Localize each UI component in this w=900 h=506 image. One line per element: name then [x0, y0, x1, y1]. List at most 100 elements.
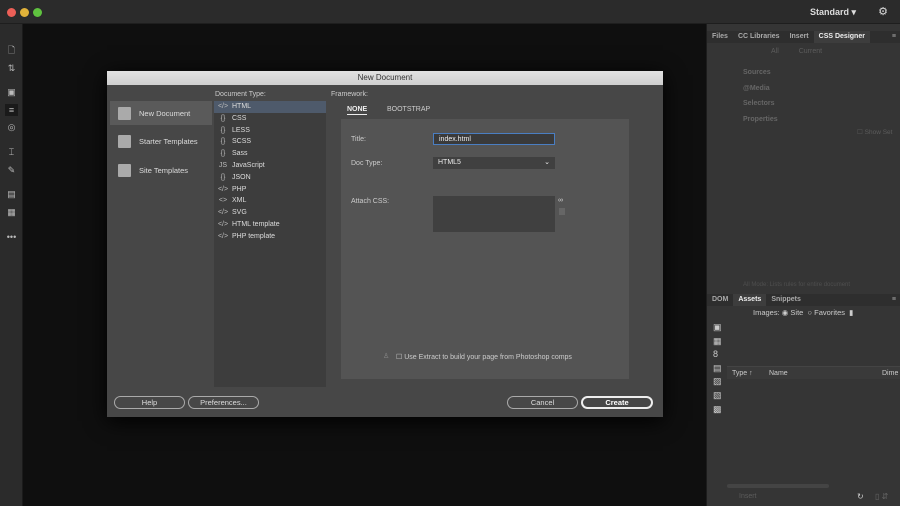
category-starter-templates[interactable]: Starter Templates [110, 129, 212, 153]
column-dimensions[interactable]: Dime [882, 367, 898, 380]
trash-icon[interactable]: ▮ [849, 308, 853, 317]
current-toggle[interactable]: Current [799, 48, 822, 55]
insert-button[interactable]: Insert [739, 493, 757, 500]
category-label: Starter Templates [139, 136, 198, 146]
doc-type-css[interactable]: {} CSS [214, 113, 326, 125]
extract-checkbox[interactable]: ☐ Use Extract to build your page from Ph… [396, 353, 572, 361]
column-name[interactable]: Name [769, 367, 788, 380]
column-type[interactable]: Type ↑ [732, 367, 753, 380]
doc-type-svg[interactable]: </> SVG [214, 207, 326, 219]
all-toggle[interactable]: All [771, 48, 779, 55]
link-icon[interactable]: ∞ [558, 197, 563, 204]
panel-menu-icon[interactable]: ≡ [887, 294, 900, 306]
category-label: Site Templates [139, 165, 189, 175]
help-button[interactable]: Help [114, 396, 185, 409]
zoom-window-button[interactable] [33, 8, 42, 17]
show-set-checkbox[interactable]: ☐ Show Set [857, 128, 892, 136]
tab-dom[interactable]: DOM [707, 294, 733, 306]
doc-type-less[interactable]: {} LESS [214, 125, 326, 137]
chevron-down-icon: ⌄ [544, 159, 550, 166]
templates-icon [118, 134, 131, 148]
workspace-switcher[interactable]: Standard ▾ [810, 7, 856, 18]
scripts-icon[interactable]: ▨ [713, 375, 725, 389]
urls-icon[interactable]: 8 [713, 348, 725, 362]
doc-type-php-template[interactable]: </> PHP template [214, 231, 326, 243]
gear-icon[interactable]: ⚙ [878, 5, 888, 18]
inspect-icon[interactable]: ◎ [5, 121, 18, 133]
dialog-title: New Document [107, 71, 663, 85]
file-type-icon: {} [220, 173, 226, 181]
tab-insert[interactable]: Insert [785, 31, 814, 43]
title-bar: Standard ▾ ⚙ [0, 0, 900, 24]
favorites-radio[interactable]: ○ Favorites [808, 308, 845, 317]
file-type-icon: </> [217, 103, 229, 110]
doc-type-php[interactable]: </> PHP [214, 184, 326, 196]
doc-type-label: PHP template [232, 232, 276, 240]
minimize-window-button[interactable] [20, 8, 29, 17]
edit-icon[interactable]: ▯ ⇵ [875, 492, 888, 501]
panel-menu-icon[interactable]: ≡ [887, 31, 900, 43]
library-icon[interactable]: ▩ [713, 403, 725, 417]
code-format-icon[interactable]: ≡ [5, 104, 18, 116]
refresh-icon[interactable]: ↻ [857, 492, 864, 501]
site-radio[interactable]: ◉ Site [782, 308, 804, 317]
file-type-icon: {} [220, 114, 226, 122]
section-selectors[interactable]: Selectors [743, 96, 778, 112]
templates-icon[interactable]: ▧ [713, 389, 725, 403]
snippet-icon[interactable]: ▦ [5, 206, 18, 218]
doc-type-select[interactable]: HTML5 ⌄ [433, 157, 555, 169]
tab-none[interactable]: NONE [347, 106, 368, 115]
close-window-button[interactable] [7, 8, 16, 17]
media-icon[interactable]: ▤ [713, 362, 725, 376]
category-site-templates[interactable]: Site Templates [110, 158, 212, 182]
doc-type-html[interactable]: </> HTML [214, 101, 326, 113]
preferences-button[interactable]: Preferences... [188, 396, 259, 409]
attach-css-list[interactable] [433, 196, 555, 232]
doc-type-javascript[interactable]: JS JavaScript [214, 160, 326, 172]
doc-type-label: CSS [232, 114, 247, 122]
doc-type-html-template[interactable]: </> HTML template [214, 219, 326, 231]
tab-files[interactable]: Files [707, 31, 733, 43]
tab-cc-libraries[interactable]: CC Libraries [733, 31, 785, 43]
more-icon[interactable]: ••• [5, 231, 18, 243]
tab-snippets[interactable]: Snippets [766, 294, 806, 306]
doc-type-label: Sass [232, 150, 248, 158]
comment-icon[interactable]: ▤ [5, 188, 18, 200]
cancel-button[interactable]: Cancel [507, 396, 578, 409]
file-type-icon: </> [217, 209, 229, 217]
horizontal-scrollbar[interactable] [727, 484, 829, 488]
document-type-list[interactable]: </> HTML{} CSS{} LESS{} SCSS{} Sass JS JavaScri… [214, 101, 326, 387]
tab-bootstrap[interactable]: BOOTSTRAP [387, 106, 430, 113]
file-transfer-icon[interactable]: ⇅ [5, 62, 18, 74]
show-set-label: Show Set [864, 129, 893, 136]
left-toolbar: 🗋 ⇅ ▣ ≡ ◎ ⌶ ✎ ▤ ▦ ••• [0, 24, 23, 506]
doc-type-label: JavaScript [232, 161, 265, 169]
trash-icon[interactable] [559, 208, 565, 215]
file-type-icon: </> [217, 220, 229, 228]
doc-type-json[interactable]: {} JSON [214, 172, 326, 184]
doc-type-scss[interactable]: {} SCSS [214, 136, 326, 148]
section-properties[interactable]: Properties [743, 112, 778, 128]
file-type-icon: {} [220, 138, 226, 146]
insert-icon[interactable]: ⌶ [5, 146, 18, 158]
images-label: Images: [753, 308, 780, 317]
doc-type-label: HTML [232, 103, 252, 110]
title-input[interactable]: index.html [433, 133, 555, 145]
tab-assets[interactable]: Assets [733, 294, 767, 306]
extract-label: Use Extract to build your page from Phot… [404, 354, 572, 361]
doc-type-sass[interactable]: {} Sass [214, 148, 326, 160]
new-file-icon[interactable]: 🗋 [5, 44, 18, 56]
category-new-document[interactable]: New Document [110, 101, 212, 125]
attach-css-label: Attach CSS: [351, 198, 390, 205]
file-type-icon: <> [218, 197, 228, 205]
pen-icon[interactable]: ✎ [5, 164, 18, 176]
section-media[interactable]: @Media [743, 81, 778, 97]
doc-type-xml[interactable]: <> XML [214, 195, 326, 207]
tab-css-designer[interactable]: CSS Designer [813, 31, 870, 43]
create-button[interactable]: Create [581, 396, 653, 409]
bottom-panel-tabs: DOM Assets Snippets ≡ [707, 294, 900, 306]
images-icon[interactable]: ▣ [713, 321, 725, 335]
section-sources[interactable]: Sources [743, 65, 778, 81]
live-view-icon[interactable]: ▣ [5, 86, 18, 98]
colors-icon[interactable]: ▦ [713, 335, 725, 349]
